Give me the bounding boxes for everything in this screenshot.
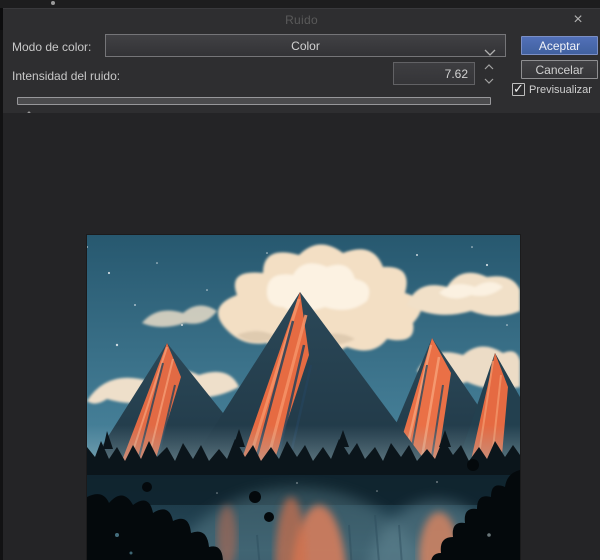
preview-checkbox[interactable]: ✓ [512,81,525,96]
intensity-slider[interactable] [17,97,491,105]
window-drag-dot [51,1,55,5]
color-mode-label: Modo de color: [12,40,92,54]
chevron-down-icon[interactable] [484,78,494,84]
cancel-button[interactable]: Cancelar [521,60,598,79]
preview-checkbox-label: Previsualizar [529,83,592,96]
noise-dialog: Ruido × Modo de color: Color Intensidad … [3,8,600,118]
app-top-strip [0,0,600,8]
intensity-stepper[interactable] [482,64,496,84]
canvas-area: M [3,113,600,560]
preview-checkbox-row[interactable]: ✓ Previsualizar [512,81,592,96]
intensity-label: Intensidad del ruido: [12,69,121,83]
preview-image [87,235,520,560]
dialog-title: Ruido [285,13,318,27]
accept-button[interactable]: Aceptar [521,36,598,55]
close-icon[interactable]: × [569,11,587,29]
chevron-up-icon[interactable] [484,64,494,70]
color-mode-dropdown[interactable]: Color [105,34,506,57]
color-mode-value: Color [291,38,320,53]
chevron-down-icon [484,43,496,61]
mountain-landscape-art [87,235,520,560]
checkmark-icon: ✓ [513,81,524,96]
intensity-input[interactable] [393,62,475,85]
